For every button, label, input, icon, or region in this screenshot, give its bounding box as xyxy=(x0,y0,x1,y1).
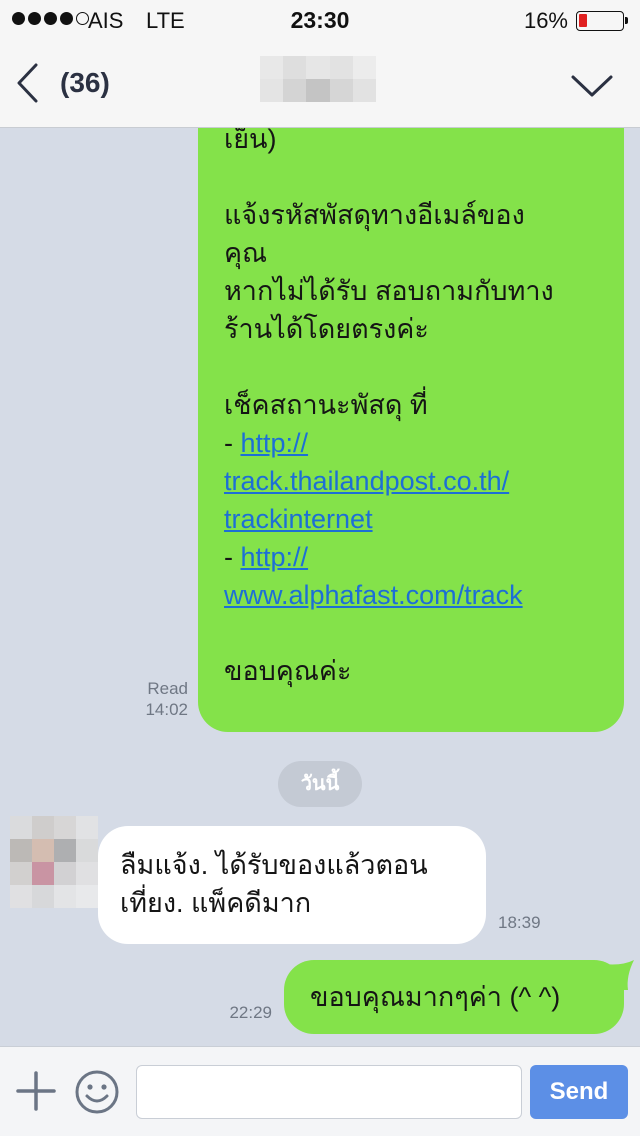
message-line: ลืมแจ้ง. ได้รับของแล้วตอน xyxy=(120,850,428,880)
message-input[interactable] xyxy=(136,1065,522,1119)
thailandpost-link[interactable]: http:// xyxy=(241,428,309,458)
message-input-bar: Send xyxy=(0,1046,640,1136)
chat-header: (36) xyxy=(0,40,640,128)
emoji-icon[interactable] xyxy=(74,1069,120,1115)
alphafast-link[interactable]: www.alphafast.com/track xyxy=(224,580,523,610)
message-line: หากไม่ได้รับ สอบถามกับทาง xyxy=(224,276,554,306)
read-label: Read xyxy=(147,679,188,698)
message-line: คุณ xyxy=(224,238,268,268)
thailandpost-link[interactable]: trackinternet xyxy=(224,504,373,534)
read-receipt: Read 14:02 xyxy=(145,678,188,720)
message-time: 14:02 xyxy=(145,700,188,719)
outgoing-message-bubble[interactable]: เย็น) แจ้งรหัสพัสดุทางอีเมล์ของ คุณ หากไ… xyxy=(198,128,624,732)
link-prefix: - xyxy=(224,542,241,572)
message-line: ขอบคุณค่ะ xyxy=(224,656,352,686)
link-prefix: - xyxy=(224,428,241,458)
message-time: 22:29 xyxy=(229,1003,272,1022)
battery-icon xyxy=(576,11,628,31)
battery-percentage: 16% xyxy=(523,8,568,33)
link-line: - http:// xyxy=(224,424,604,462)
alphafast-link[interactable]: http:// xyxy=(241,542,309,572)
chevron-left-icon[interactable] xyxy=(14,62,42,104)
bubble-tail xyxy=(604,960,634,990)
message-line: เย็น) xyxy=(224,128,277,154)
message-line: เช็คสถานะพัสดุ ที่ xyxy=(224,390,428,420)
chat-title-blurred xyxy=(260,56,376,102)
date-divider: วันนี้ xyxy=(278,761,362,807)
message-time: 18:39 xyxy=(498,913,541,932)
message-line: แจ้งรหัสพัสดุทางอีเมล์ของ xyxy=(224,200,525,230)
plus-icon[interactable] xyxy=(16,1071,56,1111)
outgoing-message-bubble[interactable]: ขอบคุณมากๆค่า (^ ^) xyxy=(284,960,634,1034)
chevron-down-icon[interactable] xyxy=(570,72,614,100)
message-line: ร้านได้โดยตรงค่ะ xyxy=(224,314,429,344)
send-button[interactable]: Send xyxy=(530,1065,628,1119)
link-line: - http:// xyxy=(224,538,604,576)
thailandpost-link[interactable]: track.thailandpost.co.th/ xyxy=(224,466,509,496)
message-line: เที่ยง. แพ็คดีมาก xyxy=(120,888,312,918)
avatar[interactable] xyxy=(10,816,98,908)
unread-count[interactable]: (36) xyxy=(60,67,110,99)
message-text: ขอบคุณมากๆค่า (^ ^) xyxy=(310,982,561,1012)
incoming-message-bubble[interactable]: ลืมแจ้ง. ได้รับของแล้วตอน เที่ยง. แพ็คดี… xyxy=(98,826,486,944)
chat-area[interactable]: เย็น) แจ้งรหัสพัสดุทางอีเมล์ของ คุณ หากไ… xyxy=(0,128,640,1046)
status-bar: AIS LTE 23:30 16% xyxy=(0,0,640,40)
